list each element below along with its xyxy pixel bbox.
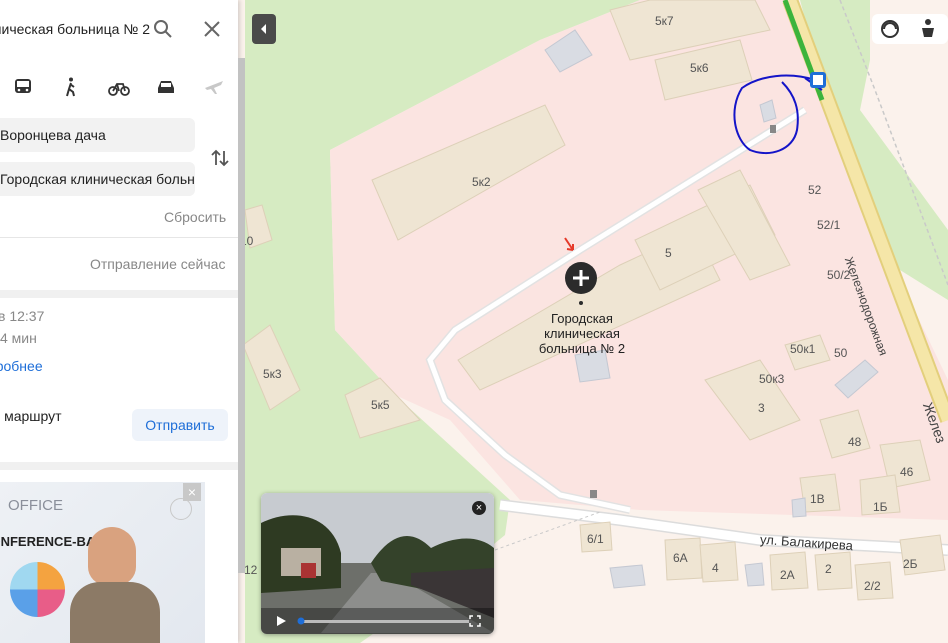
- arrival-time: в 12:37: [0, 308, 45, 324]
- building-label: 1В: [810, 492, 825, 506]
- building-label: 48: [848, 435, 862, 449]
- fullscreen-icon[interactable]: [469, 615, 481, 627]
- building-label: 12: [244, 563, 258, 577]
- chevron-left-icon: [261, 24, 266, 34]
- close-icon[interactable]: [203, 20, 221, 38]
- layers-button[interactable]: [872, 14, 908, 44]
- ad-hexagon-icon: [170, 498, 192, 520]
- search-icon[interactable]: [153, 19, 173, 39]
- building-label: 46: [900, 465, 914, 479]
- building-label: 1Б: [873, 500, 888, 514]
- route-panel: Городская клиническая больница № 2 Ворон…: [0, 0, 238, 643]
- play-icon[interactable]: [275, 615, 287, 627]
- ad-person-avatar: [88, 527, 136, 585]
- building-label: 5к6: [690, 61, 709, 75]
- building-label: 52: [808, 183, 822, 197]
- panorama-button[interactable]: [908, 14, 948, 44]
- plane-icon[interactable]: [203, 76, 225, 98]
- building-label: 5к2: [472, 175, 491, 189]
- search-bar[interactable]: Городская клиническая больница № 2: [0, 5, 235, 53]
- building-label: 4: [712, 561, 719, 575]
- building-4: [699, 541, 739, 583]
- panel-scrollbar[interactable]: [238, 58, 245, 573]
- collapse-panel-button[interactable]: [252, 14, 276, 44]
- building-label: 50к3: [759, 372, 785, 386]
- advertisement[interactable]: OFFICE CLOUD OFFICE CONFERENCE-BASED: [0, 482, 205, 643]
- ad-close-icon[interactable]: ×: [183, 483, 201, 501]
- building-label: 6/1: [587, 532, 604, 546]
- send-route-button[interactable]: Отправить: [132, 409, 228, 441]
- panorama-image: [261, 493, 494, 634]
- route-duration: 4 мин: [0, 330, 37, 346]
- building-label: 52/1: [817, 218, 841, 232]
- building-label: 2Б: [903, 557, 918, 571]
- departure-select[interactable]: Отправление сейчас: [90, 256, 225, 272]
- route-to-field[interactable]: Городская клиническая больница № 2: [0, 162, 195, 196]
- building-label: 5к7: [655, 14, 674, 28]
- bus-icon[interactable]: [12, 76, 34, 98]
- building-grey-4: [609, 564, 646, 589]
- building-label: 2: [825, 562, 832, 576]
- building-grey-6: [791, 497, 807, 518]
- share-route-text: Этот маршрут: [0, 408, 62, 424]
- building-grey-5: [744, 562, 765, 587]
- close-icon[interactable]: ×: [472, 501, 486, 515]
- building-label: 2/2: [864, 579, 881, 593]
- layers-icon: [881, 20, 899, 38]
- building-label: 6А: [673, 551, 688, 565]
- street-view-icon: [922, 19, 934, 37]
- building-label: 50к1: [790, 342, 816, 356]
- reset-button[interactable]: Сбросить: [164, 209, 226, 225]
- poi-label[interactable]: Городская клиническая больница № 2: [532, 311, 632, 356]
- building-label: 50: [834, 346, 848, 360]
- building-label: 3: [758, 401, 765, 415]
- panorama-preview[interactable]: ×: [261, 493, 494, 634]
- route-from-field[interactable]: Воронцева дача: [0, 118, 195, 152]
- taxi-icon[interactable]: [155, 76, 177, 98]
- details-link[interactable]: Подробнее: [0, 358, 43, 374]
- building-label: 5: [665, 246, 672, 260]
- building-2: [814, 551, 853, 591]
- ad-brand: OFFICE: [8, 497, 63, 514]
- building-label: 5к3: [263, 367, 282, 381]
- walk-icon[interactable]: [60, 76, 82, 98]
- bike-icon[interactable]: [108, 76, 130, 98]
- transport-modes: [0, 70, 238, 106]
- building-label: 5к5: [371, 398, 390, 412]
- ad-pie-graphic: [10, 562, 65, 617]
- building-label: 2А: [780, 568, 795, 582]
- swap-icon[interactable]: [210, 148, 230, 168]
- ad-person-body: [70, 582, 160, 643]
- search-input[interactable]: Городская клиническая больница № 2: [0, 5, 150, 53]
